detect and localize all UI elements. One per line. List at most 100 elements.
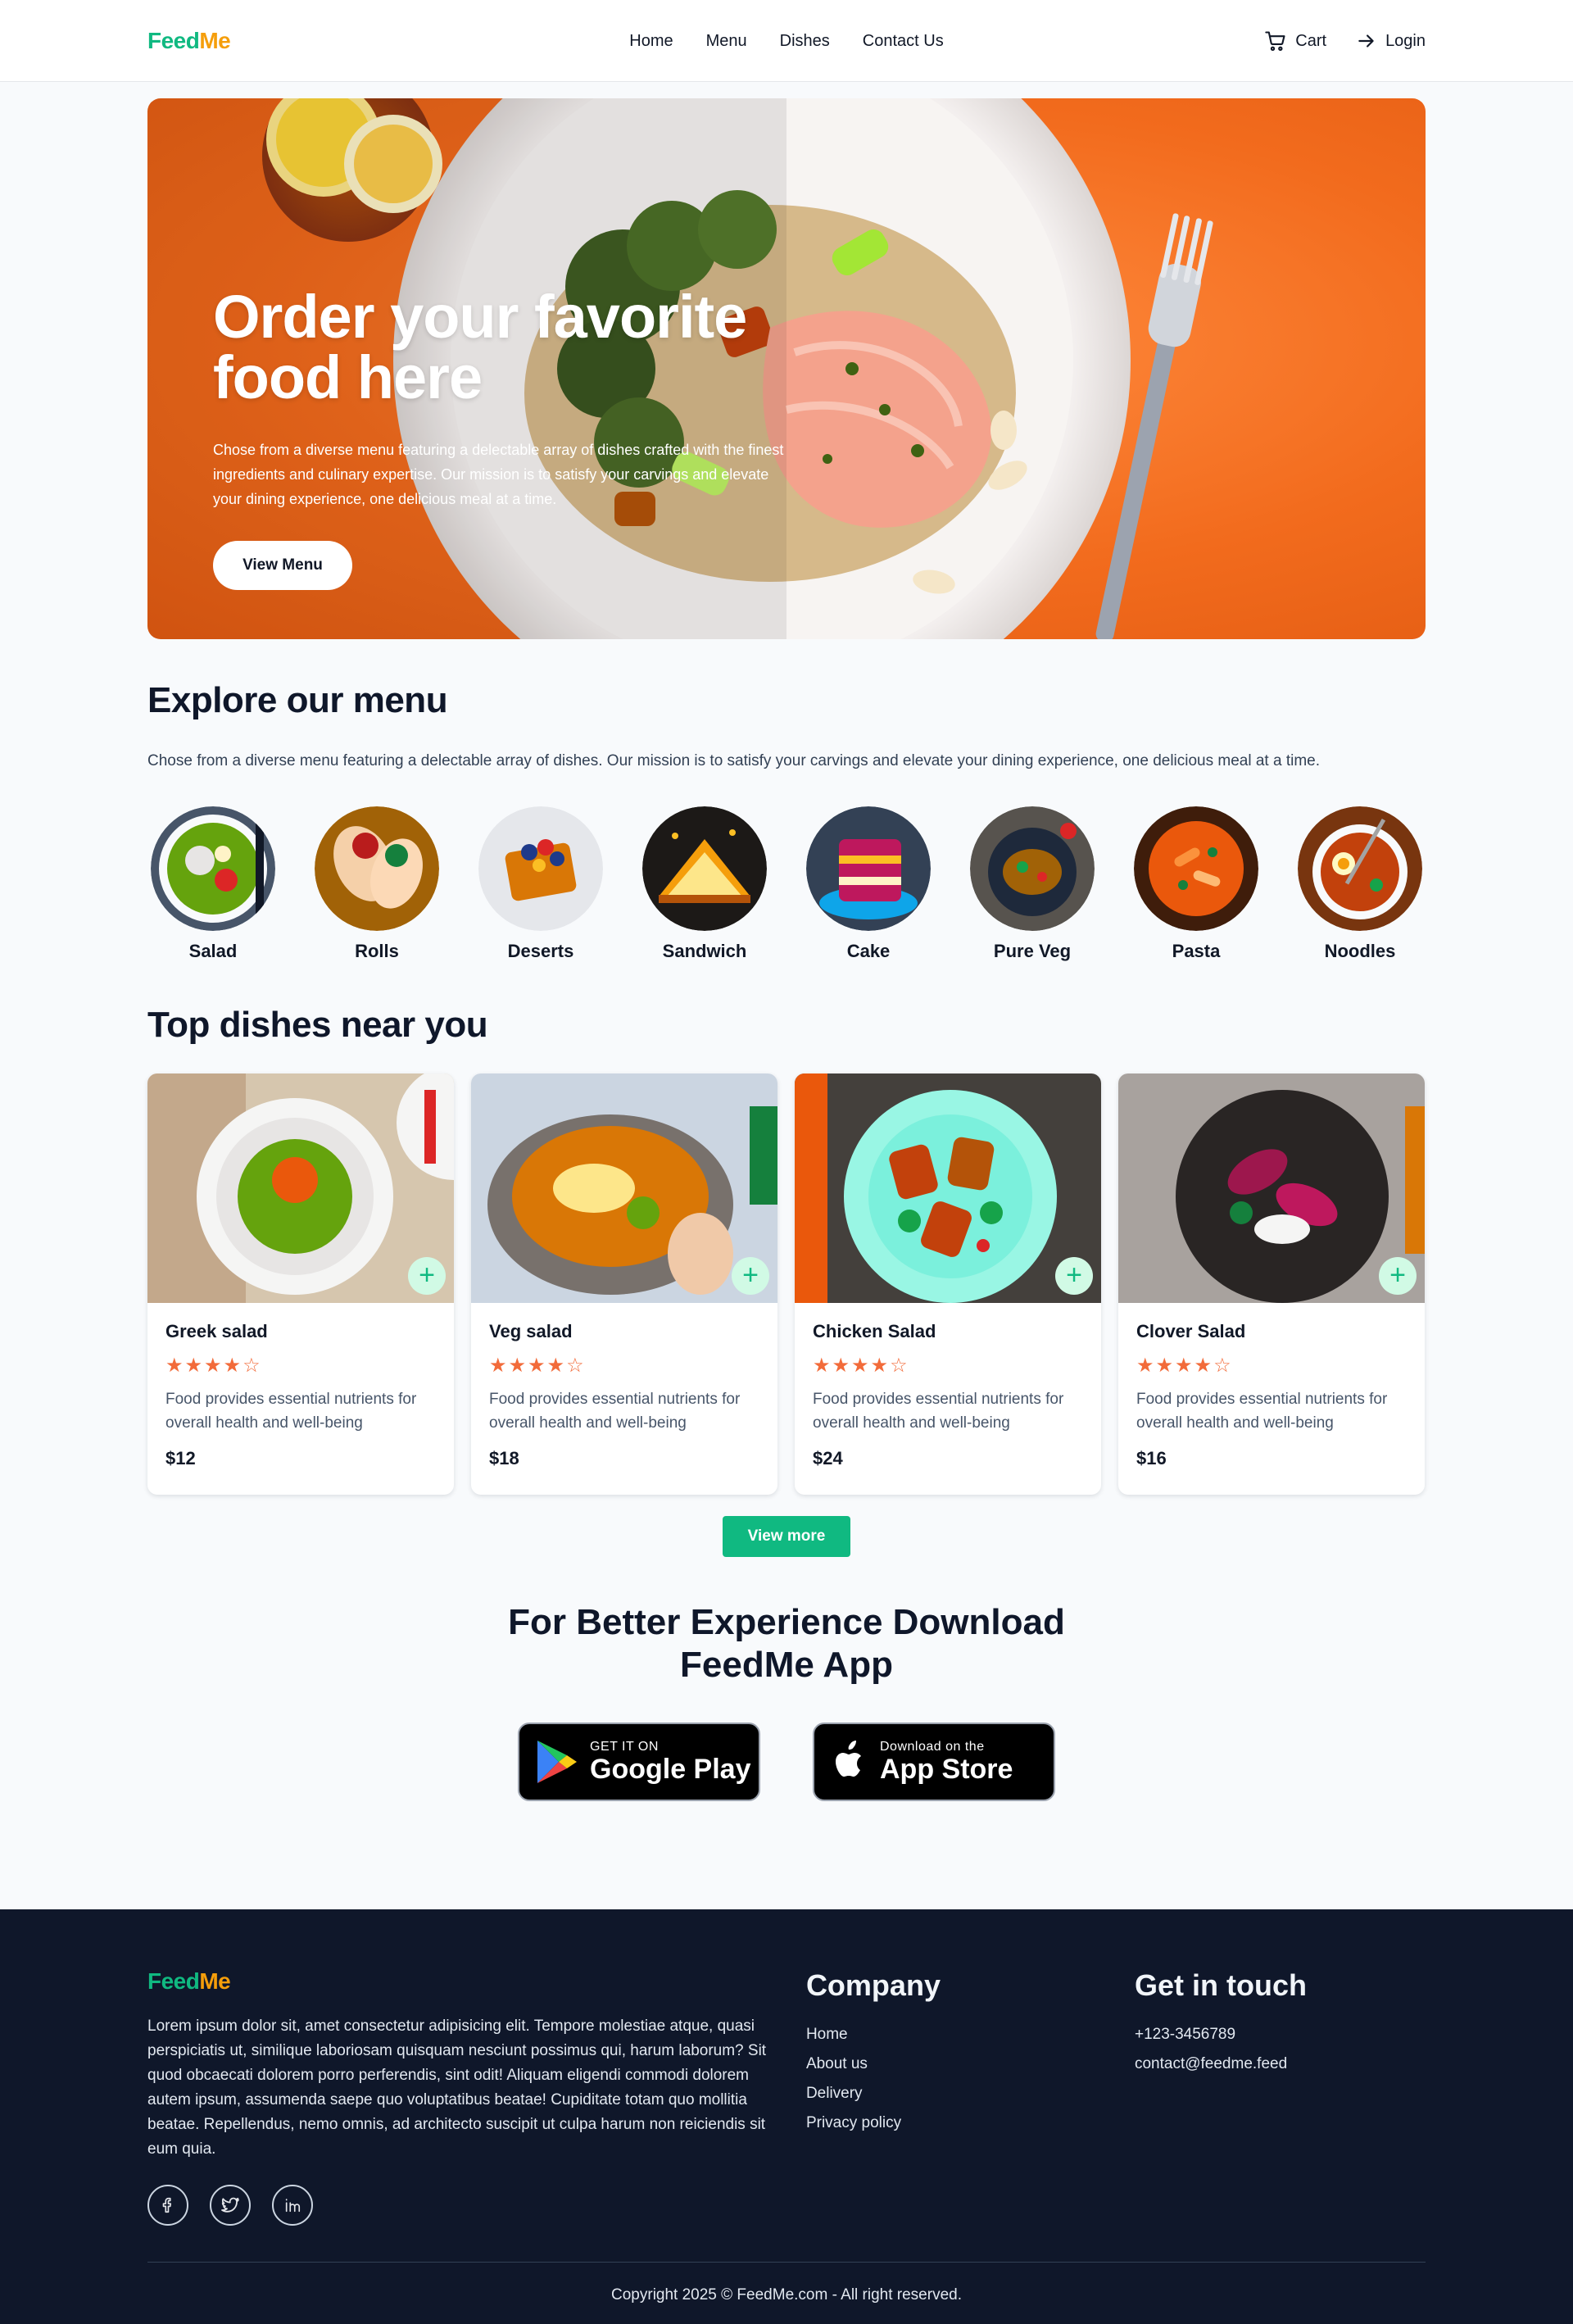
dish-description: Food provides essential nutrients for ov…: [489, 1391, 741, 1432]
dish-body: Clover Salad ★★★★☆ Food provides essenti…: [1118, 1303, 1425, 1487]
category-pure-veg[interactable]: Pure Veg: [967, 806, 1098, 962]
footer-link-home[interactable]: Home: [806, 2026, 1097, 2044]
login-label: Login: [1385, 31, 1426, 50]
category-cake[interactable]: Cake: [803, 806, 934, 962]
logo-part-me: Me: [199, 28, 231, 53]
nav-link-menu[interactable]: Menu: [706, 32, 747, 51]
store-buttons: GET IT ON Google Play Download on the Ap…: [147, 1723, 1426, 1801]
add-to-cart-button[interactable]: +: [732, 1257, 769, 1295]
nav-link-dishes[interactable]: Dishes: [780, 32, 830, 51]
category-label: Rolls: [355, 941, 399, 961]
category-label: Cake: [846, 941, 891, 961]
top-dishes-section: Top dishes near you + Greek salad ★★★★☆ …: [147, 962, 1426, 1557]
category-deserts[interactable]: Deserts: [475, 806, 606, 962]
app-store-small: Download on the: [880, 1740, 985, 1754]
logo-part-feed: Feed: [147, 28, 200, 53]
view-more-wrapper: View more: [147, 1516, 1426, 1557]
dish-body: Greek salad ★★★★☆ Food provides essentia…: [147, 1303, 454, 1487]
sandwich-image: [642, 806, 767, 931]
footer-divider: [147, 2262, 1426, 2263]
hero-title-line1: Order your favorite: [213, 283, 747, 351]
footer-link-delivery[interactable]: Delivery: [806, 2085, 1097, 2103]
nav-link-contact[interactable]: Contact Us: [863, 32, 944, 51]
category-list: Salad Rolls Deserts Sandwich Cake Pure V…: [147, 806, 1426, 962]
dish-description: Food provides essential nutrients for ov…: [813, 1391, 1064, 1432]
add-to-cart-button[interactable]: +: [408, 1257, 446, 1295]
footer-logo-me: Me: [199, 1968, 231, 1994]
copyright-text: Copyright 2025 © FeedMe.com - All right …: [611, 2286, 962, 2304]
view-menu-button[interactable]: View Menu: [213, 541, 352, 590]
dish-image: +: [1118, 1073, 1425, 1303]
noodles-image: [1298, 806, 1422, 931]
twitter-link[interactable]: [210, 2185, 251, 2226]
category-salad[interactable]: Salad: [147, 806, 279, 962]
dish-image: +: [471, 1073, 777, 1303]
view-more-button[interactable]: View more: [723, 1516, 850, 1557]
category-rolls[interactable]: Rolls: [311, 806, 442, 962]
explore-title: Explore our menu: [147, 680, 448, 720]
add-to-cart-button[interactable]: +: [1055, 1257, 1093, 1295]
category-label: Pure Veg: [993, 941, 1072, 961]
app-store-button[interactable]: Download on the App Store: [813, 1723, 1055, 1801]
dish-card-clover-salad[interactable]: + Clover Salad ★★★★☆ Food provides essen…: [1118, 1073, 1425, 1495]
dish-card-greek-salad[interactable]: + Greek salad ★★★★☆ Food provides essent…: [147, 1073, 454, 1495]
category-label: Deserts: [507, 941, 574, 961]
salad-image: [151, 806, 275, 931]
dish-name: Greek salad: [165, 1321, 268, 1341]
navbar: FeedMe Home Menu Dishes Contact Us Cart …: [0, 0, 1573, 82]
contact-heading: Get in touch: [1134, 1968, 1307, 2002]
footer-company: Company Home About us Delivery Privacy p…: [806, 1968, 1097, 2226]
contact-email[interactable]: contact@feedme.feed: [1135, 2055, 1426, 2073]
dish-card-chicken-salad[interactable]: + Chicken Salad ★★★★☆ Food provides esse…: [795, 1073, 1101, 1495]
dish-price: $16: [1136, 1448, 1167, 1468]
logo[interactable]: FeedMe: [147, 28, 231, 54]
cart-label: Cart: [1295, 31, 1327, 50]
category-label: Pasta: [1172, 941, 1221, 961]
top-dishes-title: Top dishes near you: [147, 1005, 488, 1045]
dish-price: $12: [165, 1448, 196, 1468]
facebook-icon: [162, 2197, 172, 2213]
google-play-text: GET IT ON Google Play: [590, 1740, 751, 1784]
category-noodles[interactable]: Noodles: [1294, 806, 1426, 962]
footer-link-privacy[interactable]: Privacy policy: [806, 2114, 1097, 2132]
contact-list: +123-3456789 contact@feedme.feed: [1135, 2026, 1426, 2073]
footer-logo[interactable]: FeedMe: [147, 1968, 768, 1995]
google-play-button[interactable]: GET IT ON Google Play: [518, 1723, 760, 1801]
explore-menu-section: Explore our menu Chose from a diverse me…: [147, 639, 1426, 962]
app-download-section: For Better Experience Download FeedMe Ap…: [147, 1557, 1426, 1801]
veg-salad-image: [471, 1073, 777, 1303]
pasta-image: [1134, 806, 1258, 931]
contact-phone[interactable]: +123-3456789: [1135, 2026, 1426, 2044]
dish-description: Food provides essential nutrients for ov…: [165, 1391, 417, 1432]
dish-grid: + Greek salad ★★★★☆ Food provides essent…: [147, 1073, 1426, 1495]
app-title-line1: For Better Experience Download: [508, 1602, 1065, 1642]
chicken-salad-image: [795, 1073, 1101, 1303]
pure-veg-image: [970, 806, 1095, 931]
add-to-cart-button[interactable]: +: [1379, 1257, 1417, 1295]
footer-about: FeedMe Lorem ipsum dolor sit, amet conse…: [147, 1968, 768, 2226]
cart-button[interactable]: Cart: [1264, 30, 1326, 52]
category-pasta[interactable]: Pasta: [1131, 806, 1262, 962]
rating-stars: ★★★★☆: [165, 1355, 262, 1377]
main-nav: Home Menu Dishes Contact Us: [629, 32, 943, 51]
dish-name: Chicken Salad: [813, 1321, 936, 1341]
linkedin-link[interactable]: [272, 2185, 313, 2226]
app-title-line2: FeedMe App: [680, 1645, 893, 1685]
arrow-right-icon: [1358, 34, 1374, 48]
login-button[interactable]: Login: [1356, 30, 1426, 52]
dish-name: Veg salad: [489, 1321, 573, 1341]
category-sandwich[interactable]: Sandwich: [639, 806, 770, 962]
dish-name: Clover Salad: [1136, 1321, 1246, 1341]
footer-link-about[interactable]: About us: [806, 2055, 1097, 2073]
dish-price: $24: [813, 1448, 843, 1468]
dish-card-veg-salad[interactable]: + Veg salad ★★★★☆ Food provides essentia…: [471, 1073, 777, 1495]
rolls-image: [315, 806, 439, 931]
footer-logo-feed: Feed: [147, 1968, 200, 1994]
nav-link-home[interactable]: Home: [629, 32, 673, 51]
google-play-icon: [537, 1741, 577, 1783]
google-play-small: GET IT ON: [590, 1740, 659, 1754]
social-links: [147, 2185, 768, 2226]
dish-price: $18: [489, 1448, 519, 1468]
facebook-link[interactable]: [147, 2185, 188, 2226]
app-store-big: App Store: [880, 1754, 1013, 1785]
